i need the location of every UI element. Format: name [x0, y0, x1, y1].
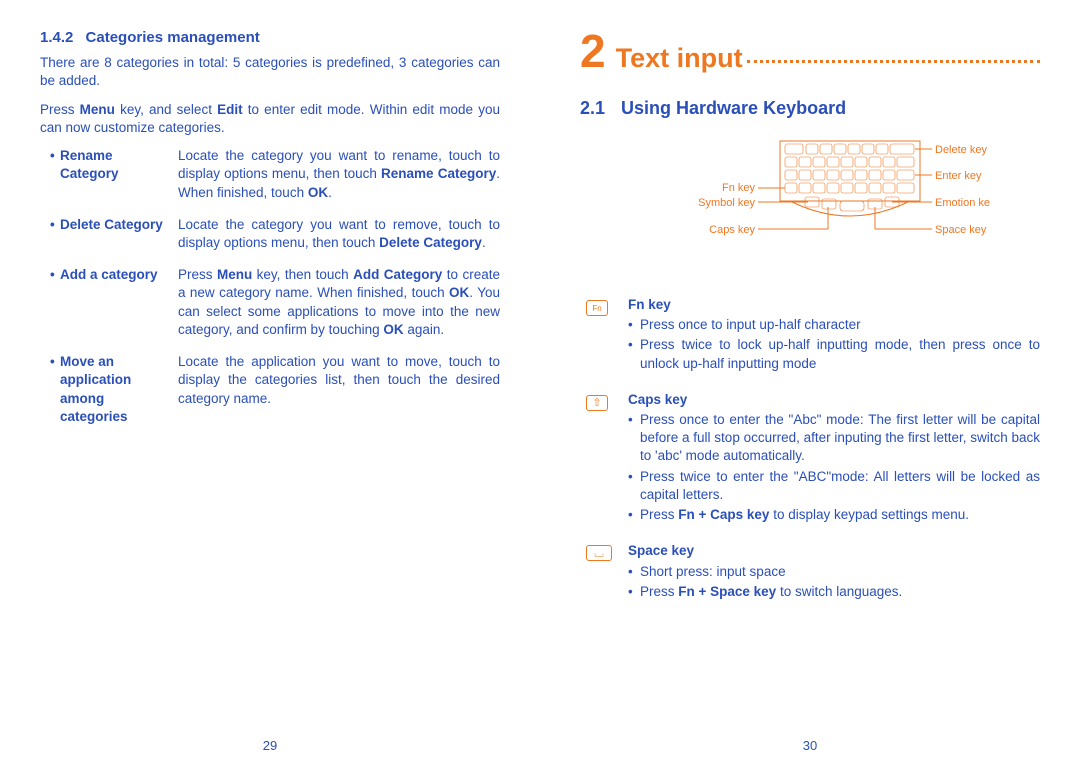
action-rename-desc: Locate the category you want to rename, …: [178, 147, 500, 202]
keyboard-diagram: Fn key Symbol key Caps key Delete key En…: [580, 131, 1040, 276]
label-symbol: Symbol key: [698, 197, 755, 209]
label-enter: Enter key: [935, 170, 982, 182]
label-space: Space key: [935, 224, 987, 236]
space-item-2: Press Fn + Space key to switch languages…: [628, 583, 1040, 601]
chapter-heading: 2 Text input: [580, 28, 1040, 76]
keydef-fn: Fn Fn key Press once to input up-half ch…: [580, 296, 1040, 381]
chapter-dots: [747, 60, 1040, 63]
intro-paragraph-1: There are 8 categories in total: 5 categ…: [40, 54, 500, 90]
label-fn: Fn key: [722, 182, 756, 194]
fn-title: Fn key: [628, 296, 1040, 314]
caps-item-3: Press Fn + Caps key to display keypad se…: [628, 506, 1040, 524]
label-caps: Caps key: [709, 224, 755, 236]
action-rename-label: Rename Category: [50, 147, 170, 202]
intro-paragraph-2: Press Menu key, and select Edit to enter…: [40, 101, 500, 137]
actions-list: Rename Category Locate the category you …: [40, 147, 500, 426]
action-delete: Delete Category Locate the category you …: [50, 216, 500, 252]
label-emotion: Emotion key: [935, 197, 990, 209]
keydef-space: Space key Short press: input space Press…: [580, 542, 1040, 609]
space-key-icon: [586, 545, 612, 561]
chapter-number: 2: [580, 28, 606, 74]
action-rename: Rename Category Locate the category you …: [50, 147, 500, 202]
page-left: 1.4.2 Categories management There are 8 …: [0, 0, 540, 767]
action-move-label: Move an application among categories: [50, 353, 170, 426]
caps-title: Caps key: [628, 391, 1040, 409]
page-right: 2 Text input 2.1 Using Hardware Keyboard: [540, 0, 1080, 767]
fn-item-2: Press twice to lock up-half inputting mo…: [628, 336, 1040, 372]
section-heading: 2.1 Using Hardware Keyboard: [580, 96, 1040, 120]
caps-item-2: Press twice to enter the "ABC"mode: All …: [628, 468, 1040, 504]
space-title: Space key: [628, 542, 1040, 560]
fn-item-1: Press once to input up-half character: [628, 316, 1040, 334]
caps-item-1: Press once to enter the "Abc" mode: The …: [628, 411, 1040, 466]
action-move-desc: Locate the application you want to move,…: [178, 353, 500, 426]
fn-key-icon: Fn: [586, 300, 608, 316]
heading-text: Categories management: [86, 29, 260, 46]
label-delete: Delete key: [935, 144, 987, 156]
action-add-label: Add a category: [50, 266, 170, 339]
section-number: 2.1: [580, 98, 605, 118]
action-delete-label: Delete Category: [50, 216, 170, 252]
section-title: Using Hardware Keyboard: [621, 98, 846, 118]
action-move: Move an application among categories Loc…: [50, 353, 500, 426]
heading-number: 1.4.2: [40, 29, 73, 46]
action-add: Add a category Press Menu key, then touc…: [50, 266, 500, 339]
page-number-right: 30: [540, 737, 1080, 755]
action-delete-desc: Locate the category you want to remove, …: [178, 216, 500, 252]
caps-key-icon: [586, 395, 608, 411]
heading-categories: 1.4.2 Categories management: [40, 28, 500, 48]
chapter-title: Text input: [616, 40, 743, 76]
page-number-left: 29: [0, 737, 540, 755]
space-item-1: Short press: input space: [628, 563, 1040, 581]
action-add-desc: Press Menu key, then touch Add Category …: [178, 266, 500, 339]
keydef-caps: Caps key Press once to enter the "Abc" m…: [580, 391, 1040, 533]
